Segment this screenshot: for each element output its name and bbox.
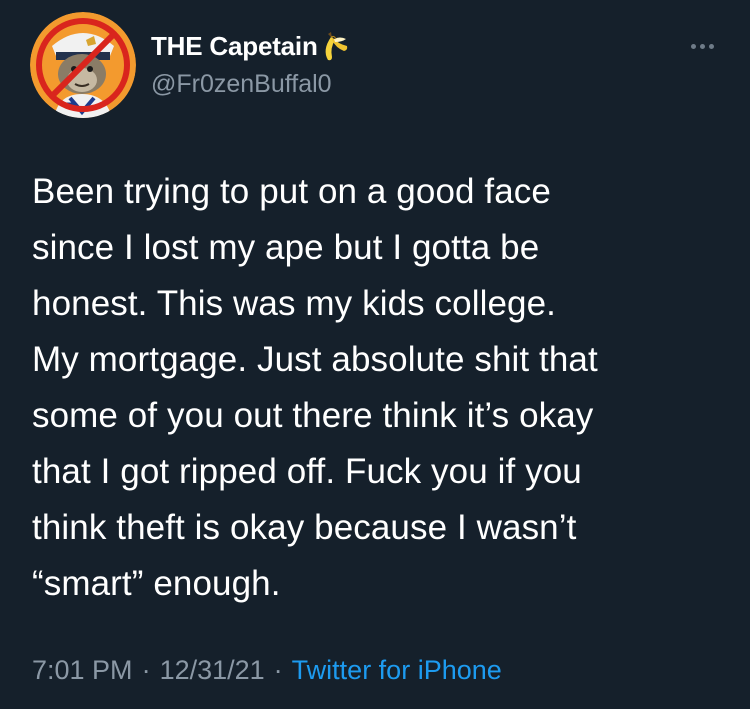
tweet-text: Been trying to put on a good face since … <box>32 172 598 603</box>
avatar[interactable] <box>30 12 136 118</box>
meta-separator: · <box>273 655 283 685</box>
user-handle[interactable]: @Fr0zenBuffal0 <box>151 70 332 99</box>
more-options-icon <box>690 43 696 49</box>
meta-separator: · <box>141 655 151 685</box>
ape-avatar-icon <box>30 12 136 118</box>
tweet-card: THE Capetain @Fr0zenBuffal0 Been trying … <box>0 0 750 709</box>
tweet-time[interactable]: 7:01 PM <box>32 655 133 686</box>
display-name[interactable]: THE Capetain <box>151 31 318 62</box>
tweet-date[interactable]: 12/31/21 <box>160 655 265 686</box>
more-options-button[interactable] <box>682 34 722 58</box>
tweet-metadata: 7:01 PM · 12/31/21 · Twitter for iPhone <box>32 655 502 686</box>
more-options-icon-dot <box>699 43 705 49</box>
more-options-icon-dot <box>708 43 714 49</box>
banana-icon <box>320 30 350 62</box>
name-row: THE Capetain <box>151 28 350 64</box>
tweet-source-link[interactable]: Twitter for iPhone <box>292 655 502 686</box>
